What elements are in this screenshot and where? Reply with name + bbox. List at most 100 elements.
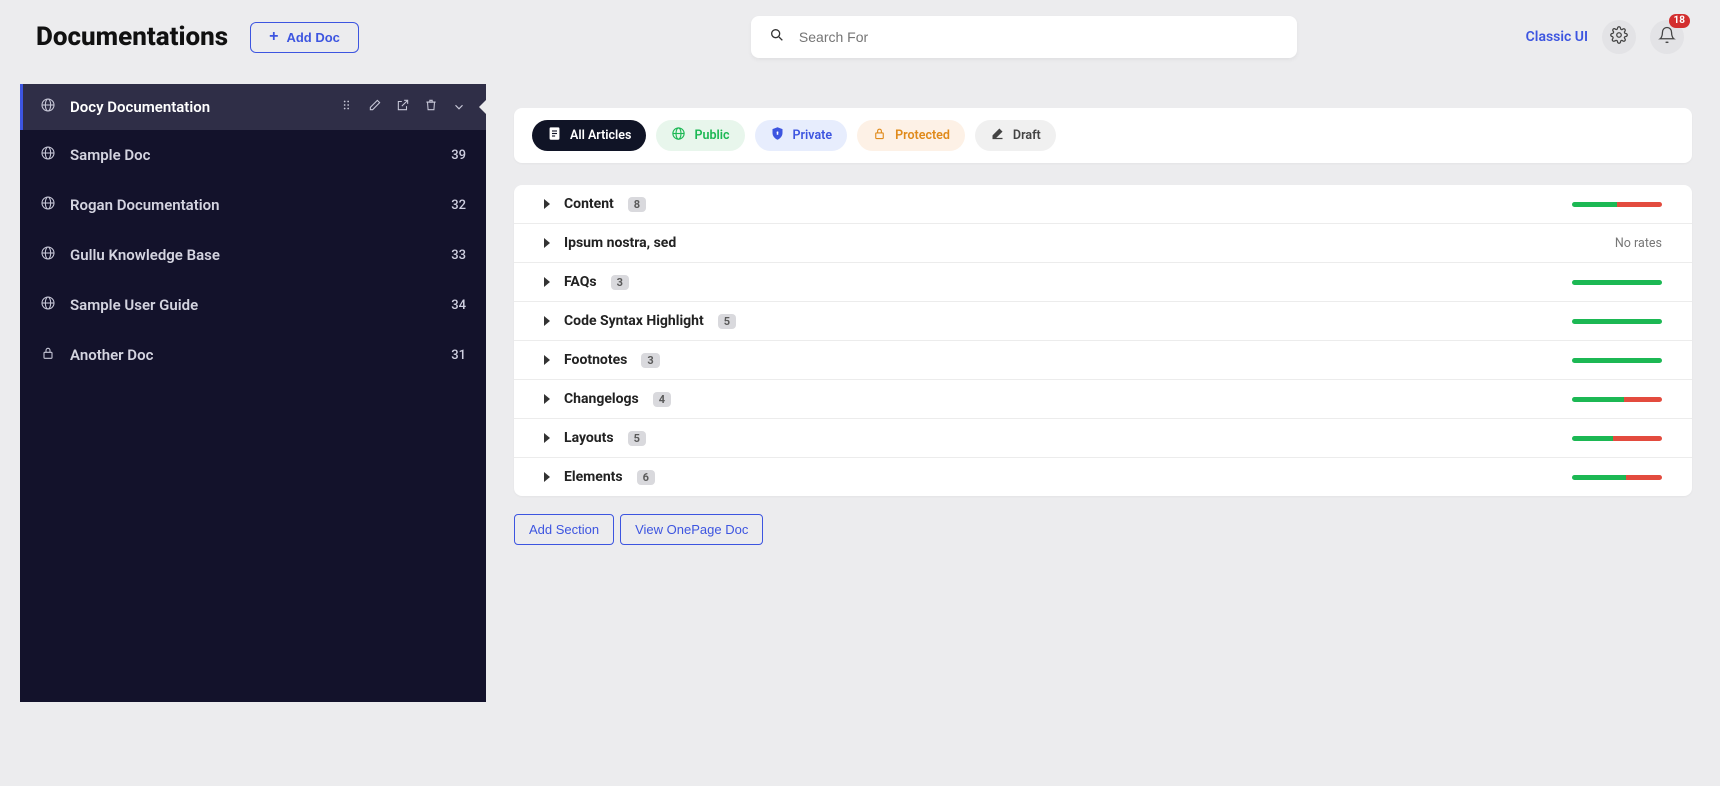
rating-bar — [1572, 397, 1662, 402]
sidebar-item[interactable]: Another Doc 31 — [20, 330, 486, 380]
document-icon — [547, 126, 562, 145]
section-title: Footnotes — [564, 352, 627, 368]
section-row[interactable]: Footnotes 3 — [514, 341, 1692, 380]
notifications-button[interactable]: 18 — [1650, 20, 1684, 54]
caret-right-icon — [544, 472, 550, 482]
bell-icon — [1658, 26, 1676, 48]
filter-label: Public — [694, 128, 729, 143]
caret-right-icon — [544, 394, 550, 404]
classic-ui-link[interactable]: Classic UI — [1526, 29, 1588, 45]
sidebar-item-label: Docy Documentation — [70, 98, 210, 116]
page-title: Documentations — [36, 22, 228, 52]
sidebar-item-count: 39 — [451, 148, 466, 163]
search-input[interactable] — [797, 28, 1279, 46]
section-count-badge: 3 — [641, 353, 659, 368]
lock-icon — [40, 345, 56, 365]
section-row[interactable]: Code Syntax Highlight 5 — [514, 302, 1692, 341]
section-title: Changelogs — [564, 391, 639, 407]
drag-handle-icon[interactable] — [340, 98, 354, 116]
section-count-badge: 8 — [628, 197, 646, 212]
filter-private[interactable]: Private — [755, 120, 848, 151]
section-count-badge: 3 — [611, 275, 629, 290]
sidebar-item[interactable]: Gullu Knowledge Base 33 — [20, 230, 486, 280]
caret-right-icon — [544, 277, 550, 287]
add-doc-button[interactable]: + Add Doc — [250, 22, 359, 53]
section-title: Code Syntax Highlight — [564, 313, 704, 329]
globe-icon — [40, 145, 56, 165]
section-title: FAQs — [564, 274, 597, 290]
section-title: Content — [564, 196, 614, 212]
section-row[interactable]: Changelogs 4 — [514, 380, 1692, 419]
sidebar-item-label: Sample User Guide — [70, 296, 198, 314]
globe-icon — [40, 195, 56, 215]
section-count-badge: 4 — [653, 392, 671, 407]
rating-bar — [1572, 202, 1662, 207]
section-row[interactable]: Layouts 5 — [514, 419, 1692, 458]
caret-right-icon — [544, 238, 550, 248]
sidebar: Docy Documentation Sample Doc 39 Rogan Docu… — [20, 84, 486, 702]
sidebar-item-count: 32 — [451, 198, 466, 213]
section-row[interactable]: Content 8 — [514, 185, 1692, 224]
rating-bar — [1572, 436, 1662, 441]
sidebar-item-label: Gullu Knowledge Base — [70, 246, 220, 264]
rating-bar — [1572, 319, 1662, 324]
caret-right-icon — [544, 355, 550, 365]
no-rates-label: No rates — [1615, 236, 1662, 251]
chevron-down-icon[interactable] — [452, 95, 466, 119]
add-doc-label: Add Doc — [286, 30, 339, 45]
search-box[interactable] — [751, 16, 1297, 58]
section-row[interactable]: Elements 6 — [514, 458, 1692, 496]
section-row[interactable]: FAQs 3 — [514, 263, 1692, 302]
sidebar-item[interactable]: Docy Documentation — [20, 84, 486, 130]
sidebar-item-count: 33 — [451, 248, 466, 263]
shield-icon — [770, 126, 785, 145]
gear-icon — [1610, 26, 1628, 48]
section-count-badge: 5 — [718, 314, 736, 329]
section-title: Ipsum nostra, sed — [564, 235, 676, 251]
edit-icon[interactable] — [368, 98, 382, 116]
section-title: Elements — [564, 469, 623, 485]
rating-bar — [1572, 358, 1662, 363]
sidebar-item-label: Another Doc — [70, 346, 153, 364]
notification-badge: 18 — [1669, 14, 1690, 28]
globe-icon — [40, 97, 56, 117]
section-row[interactable]: Ipsum nostra, sed No rates — [514, 224, 1692, 263]
section-count-badge: 5 — [628, 431, 646, 446]
section-title: Layouts — [564, 430, 614, 446]
filter-draft[interactable]: Draft — [975, 120, 1056, 151]
filter-label: All Articles — [570, 128, 631, 143]
search-icon — [769, 27, 785, 47]
edit-icon — [990, 126, 1005, 145]
globe-icon — [40, 295, 56, 315]
filter-bar: All Articles Public Private Protected — [514, 108, 1692, 163]
sidebar-item[interactable]: Sample User Guide 34 — [20, 280, 486, 330]
filter-label: Protected — [895, 128, 950, 143]
caret-right-icon — [544, 433, 550, 443]
sections-list: Content 8 Ipsum nostra, sed No rates FAQs 3 Co… — [514, 185, 1692, 496]
trash-icon[interactable] — [424, 98, 438, 116]
caret-right-icon — [544, 199, 550, 209]
add-section-button[interactable]: Add Section — [514, 514, 614, 545]
settings-button[interactable] — [1602, 20, 1636, 54]
sidebar-item[interactable]: Sample Doc 39 — [20, 130, 486, 180]
filter-public[interactable]: Public — [656, 120, 744, 151]
lock-icon — [872, 126, 887, 145]
caret-right-icon — [544, 316, 550, 326]
filter-protected[interactable]: Protected — [857, 120, 965, 151]
section-count-badge: 6 — [637, 470, 655, 485]
filter-label: Draft — [1013, 128, 1041, 143]
view-onepage-button[interactable]: View OnePage Doc — [620, 514, 763, 545]
rating-bar — [1572, 280, 1662, 285]
selected-notch — [479, 99, 487, 115]
sidebar-item-label: Rogan Documentation — [70, 196, 220, 214]
sidebar-item-count: 34 — [451, 298, 466, 313]
sidebar-item-count: 31 — [451, 348, 466, 363]
filter-label: Private — [793, 128, 833, 143]
globe-icon — [671, 126, 686, 145]
rating-bar — [1572, 475, 1662, 480]
sidebar-item-label: Sample Doc — [70, 146, 150, 164]
sidebar-item[interactable]: Rogan Documentation 32 — [20, 180, 486, 230]
globe-icon — [40, 245, 56, 265]
external-link-icon[interactable] — [396, 98, 410, 116]
filter-all-articles[interactable]: All Articles — [532, 120, 646, 151]
